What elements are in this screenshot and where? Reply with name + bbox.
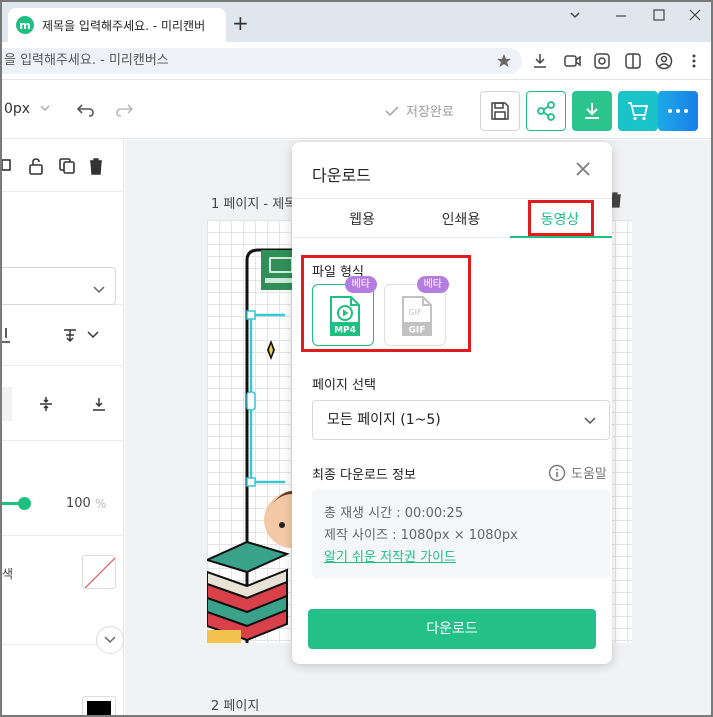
duplicate-icon[interactable] — [58, 157, 76, 179]
save-button[interactable] — [480, 91, 520, 131]
copyright-guide-link[interactable]: 알기 쉬운 저작권 가이드 — [324, 546, 456, 565]
help-link[interactable]: 도움말 — [548, 463, 607, 482]
zoom-label: 0px — [4, 101, 31, 117]
save-icon — [491, 102, 509, 120]
lock-icon[interactable] — [28, 157, 44, 179]
chevron-down-icon — [40, 105, 50, 111]
chevron-down-icon — [92, 280, 106, 299]
download-panel: 다운로드 웹용 인쇄용 동영상 파일 형식 MP4 베타 GIF GIF 베타 … — [292, 142, 612, 664]
bookmark-star-icon[interactable] — [495, 52, 513, 70]
page-select-label: 페이지 선택 — [312, 378, 376, 393]
opacity-unit: % — [95, 497, 107, 511]
tab-title: 제목을 입력해주세요. - 미리캔버 — [42, 18, 206, 33]
sidebar-icon[interactable] — [624, 52, 642, 70]
opacity-row: 100 % — [2, 442, 124, 536]
saved-label: 저장완료 — [406, 105, 454, 120]
browser-tab[interactable]: m 제목을 입력해주세요. - 미리캔버 — [8, 8, 226, 42]
maximize-icon[interactable] — [652, 8, 666, 26]
mp4-file-icon: MP4 — [330, 296, 360, 336]
copy-style-icon[interactable] — [2, 158, 14, 180]
active-tab-indicator — [510, 236, 612, 238]
profile-icon[interactable] — [655, 52, 673, 70]
undo-icon[interactable] — [76, 101, 96, 123]
highlight-box-video-tab — [528, 200, 594, 236]
play-time: 총 재생 시간 : 00:00:25 — [324, 506, 464, 521]
browser-window: m 제목을 입력해주세요. - 미리캔버 + 을 입력해주세요. - 미리캔버스 — [0, 0, 713, 717]
more-menu-icon[interactable] — [685, 52, 703, 70]
miricanvas-favicon-icon: m — [16, 16, 34, 34]
redo-icon[interactable] — [114, 101, 134, 123]
screenshot-icon[interactable] — [593, 52, 611, 70]
opacity-value[interactable]: 100 — [66, 496, 91, 511]
svg-text:GIF: GIF — [408, 308, 422, 317]
close-icon[interactable] — [576, 160, 590, 181]
more-button[interactable] — [658, 91, 698, 131]
url-field[interactable]: 을 입력해주세요. - 미리캔버스 — [2, 48, 522, 74]
format-gif-option[interactable]: GIF GIF 베타 — [384, 276, 449, 346]
gif-file-icon: GIF GIF — [402, 296, 432, 336]
chevron-down-icon[interactable] — [568, 8, 582, 26]
beta-badge: 베타 — [344, 276, 377, 293]
object-actions-row — [2, 140, 124, 192]
cart-button[interactable] — [618, 91, 658, 131]
align-bottom-icon[interactable] — [91, 395, 107, 417]
download-info-box: 총 재생 시간 : 00:00:25 제작 사이즈 : 1080px × 108… — [312, 490, 610, 578]
cast-icon[interactable] — [563, 52, 581, 70]
gif-label: GIF — [409, 326, 426, 336]
check-icon — [385, 105, 399, 116]
tab-strip: m 제목을 입력해주세요. - 미리캔버 + — [2, 2, 711, 42]
share-icon — [537, 101, 555, 121]
download-button[interactable] — [572, 91, 612, 131]
opacity-slider-handle[interactable] — [18, 497, 31, 510]
expand-button[interactable] — [96, 626, 124, 654]
address-bar: 을 입력해주세요. - 미리캔버스 — [2, 42, 711, 80]
tab-print[interactable]: 인쇄용 — [421, 209, 501, 229]
align-row — [2, 367, 124, 441]
download-panel-title: 다운로드 — [312, 166, 371, 185]
format-mp4-option[interactable]: MP4 베타 — [312, 276, 377, 346]
page-select-value: 모든 페이지 (1~5) — [327, 412, 441, 428]
page2-label: 2 페이지 — [211, 699, 260, 714]
underline-icon[interactable] — [2, 326, 12, 350]
page1-label: 1 페이지 - 제목 — [211, 197, 297, 212]
color-swatch-black[interactable] — [82, 696, 116, 715]
chevron-down-icon — [584, 417, 596, 425]
minimize-icon[interactable] — [614, 8, 628, 26]
info-icon — [548, 464, 566, 481]
chevron-down-icon — [104, 636, 116, 644]
text-style-row — [2, 306, 124, 366]
download-icon[interactable] — [531, 52, 549, 70]
cart-icon — [628, 102, 649, 121]
download-icon — [585, 103, 599, 119]
tab-web[interactable]: 웹용 — [322, 209, 402, 229]
download-submit-button[interactable]: 다운로드 — [308, 609, 596, 649]
production-size: 제작 사이즈 : 1080px × 1080px — [324, 528, 518, 543]
color-row: 색 — [2, 537, 124, 654]
page-select-dropdown[interactable]: 모든 페이지 (1~5) — [312, 400, 610, 440]
new-tab-button[interactable]: + — [232, 13, 249, 33]
save-status: 저장완료 — [384, 101, 454, 120]
editor-toolbar: 0px 저장완료 — [2, 81, 711, 139]
share-button[interactable] — [526, 91, 566, 131]
line-spacing-icon[interactable] — [62, 326, 102, 348]
zoom-value[interactable]: 0px — [4, 101, 51, 117]
close-window-icon[interactable] — [688, 8, 702, 26]
font-row — [2, 193, 124, 305]
color-label: 색 — [2, 567, 14, 581]
more-icon — [668, 109, 688, 113]
mp4-label: MP4 — [334, 326, 356, 336]
color-swatch-none[interactable] — [82, 555, 116, 589]
align-middle-icon[interactable] — [38, 395, 54, 417]
final-info-label: 최종 다운로드 정보 — [312, 468, 416, 483]
beta-badge: 베타 — [416, 276, 449, 293]
help-label: 도움말 — [571, 467, 607, 482]
properties-panel: 100 % 색 — [2, 140, 124, 715]
trash-icon[interactable] — [88, 157, 104, 179]
align-top-button[interactable] — [2, 387, 12, 421]
